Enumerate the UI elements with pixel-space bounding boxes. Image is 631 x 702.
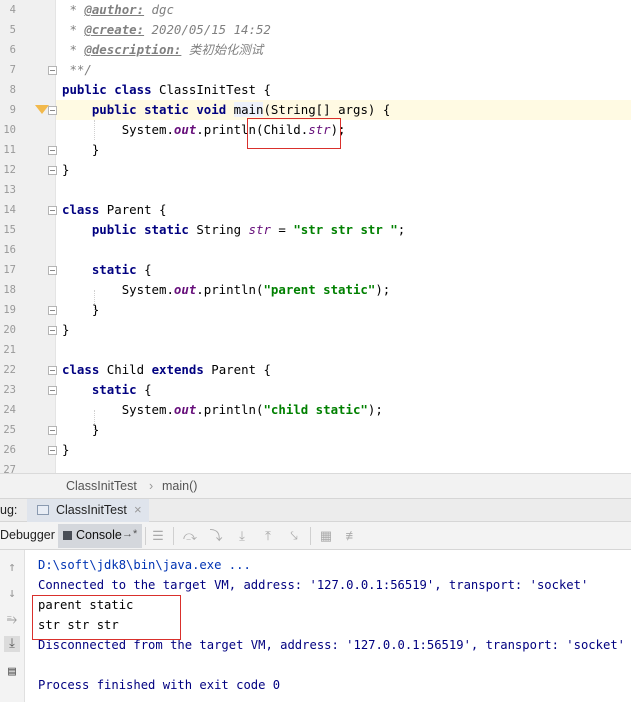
line-number: 4 (9, 4, 16, 16)
soft-wrap-icon[interactable]: ⥱ (4, 612, 20, 628)
print-icon[interactable]: ▤ (4, 664, 20, 680)
fold-icon[interactable] (48, 426, 57, 435)
arrow-down-icon[interactable]: ↓ (4, 586, 20, 602)
line-number: 13 (3, 184, 16, 196)
evaluate-expression-icon[interactable]: ▦ (318, 528, 334, 544)
line-number: 24 (3, 404, 16, 416)
code-line-22: class Child extends Parent { (62, 362, 271, 377)
tab-console-label: Console (76, 528, 122, 542)
code-line-12: } (62, 162, 70, 177)
toolbar-divider (145, 527, 146, 545)
tab-classinittest[interactable]: ClassInitTest × (27, 499, 149, 522)
scroll-to-end-icon[interactable]: ⤓ (4, 636, 20, 652)
code-line-25: } (91, 422, 100, 437)
breadcrumb-class[interactable]: ClassInitTest (66, 474, 137, 499)
fold-icon[interactable] (48, 206, 57, 215)
code-editor[interactable]: 4 5 6 7 8 9 10 11 12 13 14 15 16 17 18 19 20 21 22 23 24 25 26… (0, 0, 631, 473)
tab-label: ClassInitTest (56, 503, 127, 517)
code-line-9: public static void main(String[] args) { (91, 102, 391, 117)
code-line-11: } (91, 142, 100, 157)
code-line-20: } (62, 322, 70, 337)
line-number: 10 (3, 124, 16, 136)
line-number: 11 (3, 144, 16, 156)
code-line-23: static { (91, 382, 152, 397)
line-number: 17 (3, 264, 16, 276)
line-number: 8 (9, 84, 16, 96)
step-into-icon[interactable]: ⤓ (234, 528, 250, 544)
highlight-box-output (32, 595, 181, 640)
code-line-7: **/ (62, 62, 92, 77)
run-to-cursor-icon[interactable]: ⤥ (286, 528, 302, 544)
console-side-toolbar: ↑ ↓ ⥱ ⤓ ▤ (0, 550, 25, 702)
line-number: 7 (9, 64, 16, 76)
fold-icon[interactable] (48, 166, 57, 175)
fold-icon[interactable] (48, 366, 57, 375)
line-number: 20 (3, 324, 16, 336)
debug-toolbar: Debugger Console →* ☰ ⤼ ⤵ ⤓ ⤒ ⤥ ▦ ≢ (0, 522, 631, 550)
code-line-5: * @create: 2020/05/15 14:52 (62, 22, 271, 37)
fold-icon[interactable] (48, 266, 57, 275)
line-number: 27 (3, 464, 16, 473)
line-number: 16 (3, 244, 16, 256)
tab-debugger[interactable]: Debugger (0, 528, 55, 542)
line-number: 5 (9, 24, 16, 36)
code-line-26: } (62, 442, 70, 457)
breadcrumb-method[interactable]: main() (162, 474, 197, 499)
debug-arrow-icon (35, 105, 49, 114)
arrow-up-icon[interactable]: ↑ (4, 560, 20, 576)
fold-icon[interactable] (48, 446, 57, 455)
toolbar-divider (173, 527, 174, 545)
toolbar-divider (310, 527, 311, 545)
fold-icon[interactable] (48, 146, 57, 155)
code-line-17: static { (91, 262, 152, 277)
fold-icon[interactable] (48, 106, 57, 115)
line-number: 22 (3, 364, 16, 376)
line-number: 23 (3, 384, 16, 396)
pin-icon: →* (122, 528, 138, 540)
line-number: 19 (3, 304, 16, 316)
tab-console[interactable]: Console →* (58, 524, 142, 548)
line-number: 18 (3, 284, 16, 296)
line-number: 6 (9, 44, 16, 56)
code-line-18: System.out.println("parent static"); (121, 282, 391, 297)
fold-icon[interactable] (48, 386, 57, 395)
debug-tool-window-header: ug: ClassInitTest × (0, 498, 631, 522)
code-line-8: public class ClassInitTest { (62, 82, 271, 97)
code-line-4: * @author: dgc (62, 2, 174, 17)
fold-icon[interactable] (48, 326, 57, 335)
line-number: 15 (3, 224, 16, 236)
code-line-14: class Parent { (62, 202, 167, 217)
breadcrumb-separator-icon: › (149, 479, 154, 493)
line-number: 12 (3, 164, 16, 176)
line-number: 26 (3, 444, 16, 456)
console-output[interactable]: D:\soft\jdk8\bin\java.exe ... Connected … (26, 550, 631, 702)
debug-panel-label: ug: (0, 503, 18, 517)
menu-icon[interactable]: ☰ (150, 528, 166, 544)
console-icon (63, 531, 72, 540)
show-execution-point-icon[interactable]: ⤼ (182, 528, 198, 544)
step-over-icon[interactable]: ⤵ (208, 528, 224, 544)
code-line-15: public static String str = "str str str … (91, 222, 406, 237)
close-icon[interactable]: × (134, 502, 142, 517)
line-number: 14 (3, 204, 16, 216)
line-number: 21 (3, 344, 16, 356)
run-config-icon (37, 505, 49, 515)
console-command: D:\soft\jdk8\bin\java.exe ... (38, 558, 251, 572)
fold-icon[interactable] (48, 306, 57, 315)
trace-icon[interactable]: ≢ (344, 528, 360, 544)
highlight-box-child-str (247, 118, 341, 149)
code-line-19: } (91, 302, 100, 317)
console-connected: Connected to the target VM, address: '12… (38, 578, 589, 592)
fold-icon[interactable] (48, 66, 57, 75)
breadcrumb: ClassInitTest › main() (0, 473, 631, 498)
line-number: 9 (9, 104, 16, 116)
code-line-24: System.out.println("child static"); (121, 402, 383, 417)
step-out-icon[interactable]: ⤒ (260, 528, 276, 544)
code-line-6: * @description: 类初始化测试 (62, 42, 264, 57)
console-exit: Process finished with exit code 0 (38, 678, 281, 692)
line-number: 25 (3, 424, 16, 436)
